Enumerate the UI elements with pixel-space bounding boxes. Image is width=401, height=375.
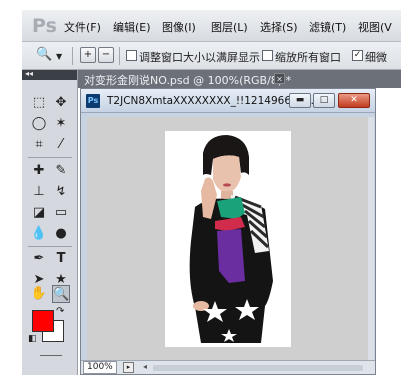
scroll-left-icon[interactable]: ◂ xyxy=(143,362,147,371)
minimize-button[interactable]: ▬ xyxy=(289,93,311,108)
options-divider xyxy=(119,47,120,65)
history-brush-tool-icon[interactable]: ↯ xyxy=(52,183,70,201)
pen-tool-icon[interactable]: ✒ xyxy=(30,250,48,268)
options-divider xyxy=(72,47,73,65)
dodge-tool-icon[interactable]: ● xyxy=(52,225,70,243)
collapse-icon[interactable]: ◂◂ xyxy=(25,69,33,78)
document-title-bar[interactable]: Ps T2JCN8XmtaXXXXXXXX_!!12149668.jp... ▬… xyxy=(81,89,375,113)
menu-bar: Ps 文件(F) 编辑(E) 图像(I) 图层(L) 选择(S) 滤镜(T) 视… xyxy=(22,10,401,42)
magic-wand-tool-icon[interactable]: ✶ xyxy=(52,115,70,133)
gradient-tool-icon[interactable]: ▭ xyxy=(52,204,70,222)
horizontal-scrollbar[interactable] xyxy=(153,365,363,371)
background-document-tab[interactable]: 对变形金刚说NO.psd @ 100%(RGB/8) * ✕ xyxy=(78,70,401,88)
tools-divider xyxy=(28,246,72,247)
eraser-tool-icon[interactable]: ◪ xyxy=(30,204,48,222)
canvas-area[interactable] xyxy=(87,117,368,362)
maximize-button[interactable]: □ xyxy=(313,93,335,108)
chevron-down-icon[interactable]: ▼ xyxy=(56,52,62,61)
photoshop-logo: Ps xyxy=(32,15,57,37)
close-icon[interactable]: ✕ xyxy=(274,73,285,84)
document-window: Ps T2JCN8XmtaXXXXXXXX_!!12149668.jp... ▬… xyxy=(80,88,376,375)
eyedropper-tool-icon[interactable]: ⁄ xyxy=(52,136,70,154)
quick-mask-divider xyxy=(40,355,62,356)
move-tool-icon[interactable]: ✥ xyxy=(52,94,70,112)
zoom-out-icon[interactable]: − xyxy=(98,47,114,63)
status-bar: 100% ▸ ◂ xyxy=(81,360,375,374)
tools-panel: ◂◂ ⬚ ✥ ◯ ✶ ⌗ ⁄ ✚ ✎ ⊥ ↯ ◪ ▭ 💧 ● ✒ T ➤ ★ ✋… xyxy=(22,69,78,375)
swap-colors-icon[interactable]: ↷ xyxy=(56,306,64,317)
zoom-all-windows-checkbox[interactable] xyxy=(262,50,273,61)
scrubby-zoom-label: 细微 xyxy=(365,51,387,64)
menu-view[interactable]: 视图(V xyxy=(358,19,392,35)
menu-filter[interactable]: 滤镜(T) xyxy=(309,19,346,35)
marquee-tool-icon[interactable]: ⬚ xyxy=(30,94,48,112)
hand-tool-icon[interactable]: ✋ xyxy=(30,285,48,303)
type-tool-icon[interactable]: T xyxy=(52,250,70,268)
zoom-tool-icon[interactable]: 🔍 xyxy=(52,285,70,303)
healing-brush-tool-icon[interactable]: ✚ xyxy=(30,162,48,180)
zoom-level-field[interactable]: 100% xyxy=(83,361,117,374)
menu-select[interactable]: 选择(S) xyxy=(260,19,298,35)
default-colors-icon[interactable]: ◧ xyxy=(28,334,37,344)
menu-edit[interactable]: 编辑(E) xyxy=(113,19,151,35)
zoom-all-windows-label: 缩放所有窗口 xyxy=(275,51,341,64)
resize-windows-label: 调整窗口大小以满屏显示 xyxy=(139,51,260,64)
vertical-scrollbar[interactable] xyxy=(368,117,374,360)
menu-layer[interactable]: 图层(L) xyxy=(211,19,248,35)
document-image[interactable] xyxy=(165,131,291,347)
lasso-tool-icon[interactable]: ◯ xyxy=(30,115,48,133)
background-document-title: 对变形金刚说NO.psd @ 100%(RGB/8) * xyxy=(84,74,292,87)
woman-photo-illustration xyxy=(165,131,291,347)
zoom-in-icon[interactable]: + xyxy=(80,47,96,63)
close-button[interactable]: ✕ xyxy=(338,93,370,108)
clone-stamp-tool-icon[interactable]: ⊥ xyxy=(30,183,48,201)
status-info-icon[interactable]: ▸ xyxy=(123,362,134,373)
foreground-color-swatch[interactable] xyxy=(32,310,54,332)
tools-divider xyxy=(28,157,72,158)
brush-tool-icon[interactable]: ✎ xyxy=(52,162,70,180)
crop-tool-icon[interactable]: ⌗ xyxy=(30,136,48,154)
blur-tool-icon[interactable]: 💧 xyxy=(30,225,48,243)
menu-file[interactable]: 文件(F) xyxy=(64,19,101,35)
scrubby-zoom-checkbox[interactable]: ✓ xyxy=(352,50,363,61)
options-bar: 🔍 ▼ + − 调整窗口大小以满屏显示 缩放所有窗口 ✓ 细微 xyxy=(22,42,401,70)
photoshop-doc-icon: Ps xyxy=(86,94,100,108)
tools-panel-header: ◂◂ xyxy=(22,69,77,80)
menu-image[interactable]: 图像(I) xyxy=(162,19,196,35)
resize-windows-checkbox[interactable] xyxy=(126,50,137,61)
zoom-tool-preset-icon[interactable]: 🔍 xyxy=(36,47,52,62)
